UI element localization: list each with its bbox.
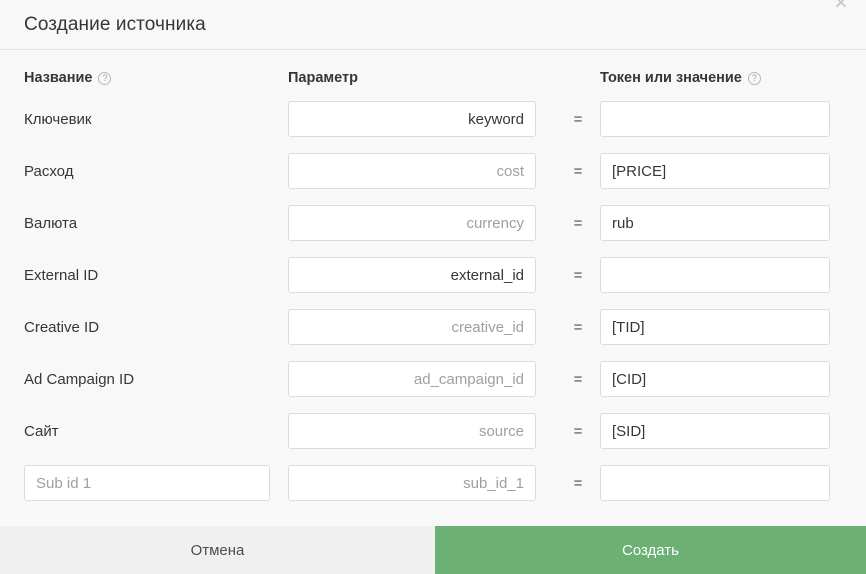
equals-sign: =: [573, 474, 583, 492]
row-label: Сайт: [24, 422, 59, 440]
cancel-button[interactable]: Отмена: [0, 526, 435, 574]
token-input[interactable]: [600, 361, 830, 397]
create-button[interactable]: Создать: [435, 526, 866, 574]
close-icon[interactable]: ×: [826, 0, 856, 17]
column-headers: Название ? Параметр Токен или значение ?: [24, 50, 842, 93]
table-row: Creative ID =: [24, 301, 842, 353]
row-label: Валюта: [24, 214, 78, 232]
table-row: Ad Campaign ID =: [24, 353, 842, 405]
param-cell: [288, 101, 556, 137]
equals-sign: =: [573, 162, 583, 180]
param-cell: [288, 205, 556, 241]
dialog-body: Название ? Параметр Токен или значение ?…: [0, 50, 866, 526]
param-cell: [288, 257, 556, 293]
table-row-custom: =: [24, 457, 842, 509]
custom-name-cell: [24, 465, 288, 501]
equals-sign: =: [573, 370, 583, 388]
token-input[interactable]: [600, 101, 830, 137]
token-input[interactable]: [600, 413, 830, 449]
create-source-dialog: Создание источника × Название ? Параметр…: [0, 0, 866, 574]
param-input[interactable]: [288, 361, 536, 397]
token-cell: [600, 257, 842, 293]
column-header-name: Название ?: [24, 70, 288, 86]
table-row: Ключевик =: [24, 93, 842, 145]
row-label: Creative ID: [24, 318, 100, 336]
token-cell: [600, 153, 842, 189]
table-row: Расход =: [24, 145, 842, 197]
token-cell: [600, 101, 842, 137]
equals-sign: =: [573, 318, 583, 336]
token-cell: [600, 465, 842, 501]
custom-name-input[interactable]: [24, 465, 270, 501]
token-input[interactable]: [600, 205, 830, 241]
param-cell: [288, 153, 556, 189]
dialog-footer: Отмена Создать: [0, 526, 866, 574]
column-header-name-label: Название: [24, 70, 93, 86]
equals-sign: =: [573, 214, 583, 232]
page-title: Создание источника: [24, 14, 206, 35]
token-cell: [600, 205, 842, 241]
param-input[interactable]: [288, 101, 536, 137]
table-row: Валюта =: [24, 197, 842, 249]
dialog-header: Создание источника ×: [0, 0, 866, 50]
token-input[interactable]: [600, 465, 830, 501]
token-input[interactable]: [600, 153, 830, 189]
param-input[interactable]: [288, 413, 536, 449]
param-cell: [288, 413, 556, 449]
param-input[interactable]: [288, 309, 536, 345]
table-row: Сайт =: [24, 405, 842, 457]
equals-sign: =: [573, 110, 583, 128]
row-label: Расход: [24, 162, 74, 180]
token-input[interactable]: [600, 257, 830, 293]
row-label: External ID: [24, 266, 99, 284]
row-label: Ad Campaign ID: [24, 370, 135, 388]
token-cell: [600, 309, 842, 345]
param-cell: [288, 465, 556, 501]
token-cell: [600, 413, 842, 449]
column-header-token: Токен или значение ?: [600, 70, 842, 86]
table-row: External ID =: [24, 249, 842, 301]
equals-sign: =: [573, 422, 583, 440]
param-input[interactable]: [288, 257, 536, 293]
column-header-token-label: Токен или значение: [600, 70, 742, 86]
param-cell: [288, 361, 556, 397]
param-input[interactable]: [288, 205, 536, 241]
param-input[interactable]: [288, 153, 536, 189]
column-header-param: Параметр: [288, 70, 556, 86]
row-label: Ключевик: [24, 110, 92, 128]
token-cell: [600, 361, 842, 397]
help-icon-name[interactable]: ?: [98, 71, 112, 85]
param-cell: [288, 309, 556, 345]
param-input[interactable]: [288, 465, 536, 501]
help-icon-token[interactable]: ?: [747, 71, 761, 85]
column-header-param-label: Параметр: [288, 70, 358, 86]
token-input[interactable]: [600, 309, 830, 345]
equals-sign: =: [573, 266, 583, 284]
